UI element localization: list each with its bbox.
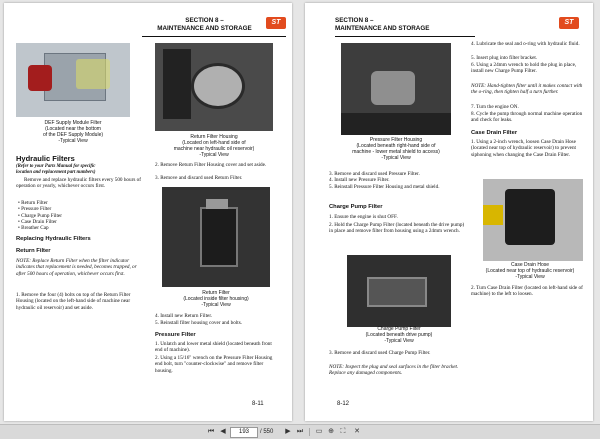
return-step-4: 4. Install new Return Filter. (155, 313, 213, 319)
next-page-icon[interactable]: ▶ (283, 427, 293, 437)
charge-pump-caption: Charge Pump Filter (Located beneath driv… (365, 326, 433, 344)
section-header: SECTION 8 – MAINTENANCE AND STORAGE (335, 17, 475, 32)
charge-pump-heading: Charge Pump Filter (329, 204, 383, 210)
header-rule (335, 36, 475, 37)
return-housing-caption: Return Filter Housing (Located on left-h… (173, 134, 255, 158)
charge-step-3: 3. Remove and discard used Charge Pump F… (329, 350, 431, 356)
intro-text: Remove and replace hydraulic filters eve… (16, 177, 141, 190)
page-number: 8-12 (337, 401, 350, 407)
case-step-1: 1. Using a 2-inch wrench, loosen Case Dr… (471, 139, 577, 158)
zoom-icon[interactable]: ⊕ (326, 427, 336, 437)
charge-step-6: 6. Using a 24mm wrench to hold the plug … (471, 62, 577, 75)
charge-pump-photo (347, 255, 451, 327)
hand-tighten-note: NOTE: Hand-tighten filter until it makes… (471, 83, 583, 96)
return-step-5: 5. Reinstall filter housing cover and bo… (155, 320, 243, 326)
return-filter-heading: Return Filter (16, 248, 51, 254)
charge-step-4: 4. Lubricate the seal and o-ring with hy… (471, 41, 580, 47)
return-step-1: 1. Remove the four (4) bolts on top of t… (16, 292, 131, 311)
header-rule (142, 36, 286, 37)
charge-step-1: 1. Ensure the engine is shut OFF. (329, 214, 398, 220)
section-subtitle: MAINTENANCE AND STORAGE (335, 24, 430, 32)
def-module-photo (16, 43, 130, 117)
charge-step-7: 7. Turn the engine ON. (471, 104, 519, 110)
pressure-step-5: 5. Reinstall Pressure Filter Housing and… (329, 183, 440, 190)
close-icon[interactable]: ✕ (352, 427, 362, 437)
filter-list: Return Filter Pressure Filter Charge Pum… (18, 200, 62, 231)
return-filter-note: NOTE: Replace Return Filter when the fil… (16, 258, 137, 277)
def-caption: DEF Supply Module Filter (Located near t… (42, 120, 104, 144)
list-item: Charge Pump Filter (18, 213, 62, 219)
case-drain-photo (483, 179, 583, 261)
page-total: / 550 (260, 429, 274, 435)
return-filter-photo (162, 187, 270, 287)
brand-logo: ST (559, 17, 579, 29)
pressure-step-2: 2. Using a 15/16" wrench on the Pressure… (155, 355, 273, 374)
hydraulic-filters-heading: Hydraulic Filters (16, 154, 75, 163)
return-filter-caption: Return Filter (Located inside filter hou… (183, 290, 249, 308)
pressure-filter-heading: Pressure Filter (155, 332, 196, 338)
first-page-icon[interactable]: ⏮ (206, 427, 216, 437)
prev-page-icon[interactable]: ◀ (218, 427, 228, 437)
toolbar-divider (309, 428, 310, 436)
pressure-step-1: 1. Unlatch and lower metal shield (locat… (155, 341, 272, 354)
charge-step-2: 2. Hold the Charge Pump Filter (located … (329, 222, 465, 235)
list-item: Breather Cap (18, 225, 62, 231)
section-title: SECTION 8 – (335, 17, 374, 24)
pressure-steps: 3. Remove and discard used Pressure Filt… (329, 171, 465, 190)
section-subtitle: MAINTENANCE AND STORAGE (157, 24, 252, 32)
left-page: SECTION 8 – MAINTENANCE AND STORAGE ST D… (4, 3, 292, 421)
pressure-housing-photo (341, 43, 451, 135)
case-step-2: 2. Turn Case Drain Filter (located on le… (471, 285, 583, 298)
case-drain-caption: Case Drain Hose (Located near top of hyd… (485, 262, 575, 280)
last-page-icon[interactable]: ⏭ (295, 427, 305, 437)
case-drain-heading: Case Drain Filter (471, 130, 518, 136)
return-step-2: 2. Remove Return Filter Housing cover an… (155, 162, 267, 168)
charge-note: NOTE: Inspect the plug and seal surfaces… (329, 364, 459, 377)
fullscreen-icon[interactable]: ⛶ (338, 427, 348, 437)
brand-logo: ST (266, 17, 286, 29)
charge-step-8: 8. Cycle the pump through normal machine… (471, 111, 583, 124)
return-step-3: 3. Remove and discard used Return Filter… (155, 175, 243, 181)
replacing-heading: Replacing Hydraulic Filters (16, 236, 91, 242)
section-title: SECTION 8 – (185, 17, 224, 24)
right-page: SECTION 8 – MAINTENANCE AND STORAGE ST P… (305, 3, 593, 421)
page-number: 8-11 (252, 401, 264, 407)
refer-note: (Refer to your Parts Manual for specific… (16, 164, 96, 175)
return-housing-photo (155, 43, 273, 131)
pressure-housing-caption: Pressure Filter Housing (Located beneath… (352, 137, 440, 161)
page-number-input[interactable]: 193 (230, 427, 258, 438)
pdf-toolbar: ⏮ ◀ 193 / 550 ▶ ⏭ ▭ ⊕ ⛶ ✕ (0, 424, 600, 439)
charge-step-5: 5. Insert plug into filter bracket. (471, 55, 538, 61)
section-header: SECTION 8 – MAINTENANCE AND STORAGE (142, 17, 267, 32)
fit-page-icon[interactable]: ▭ (314, 427, 324, 437)
